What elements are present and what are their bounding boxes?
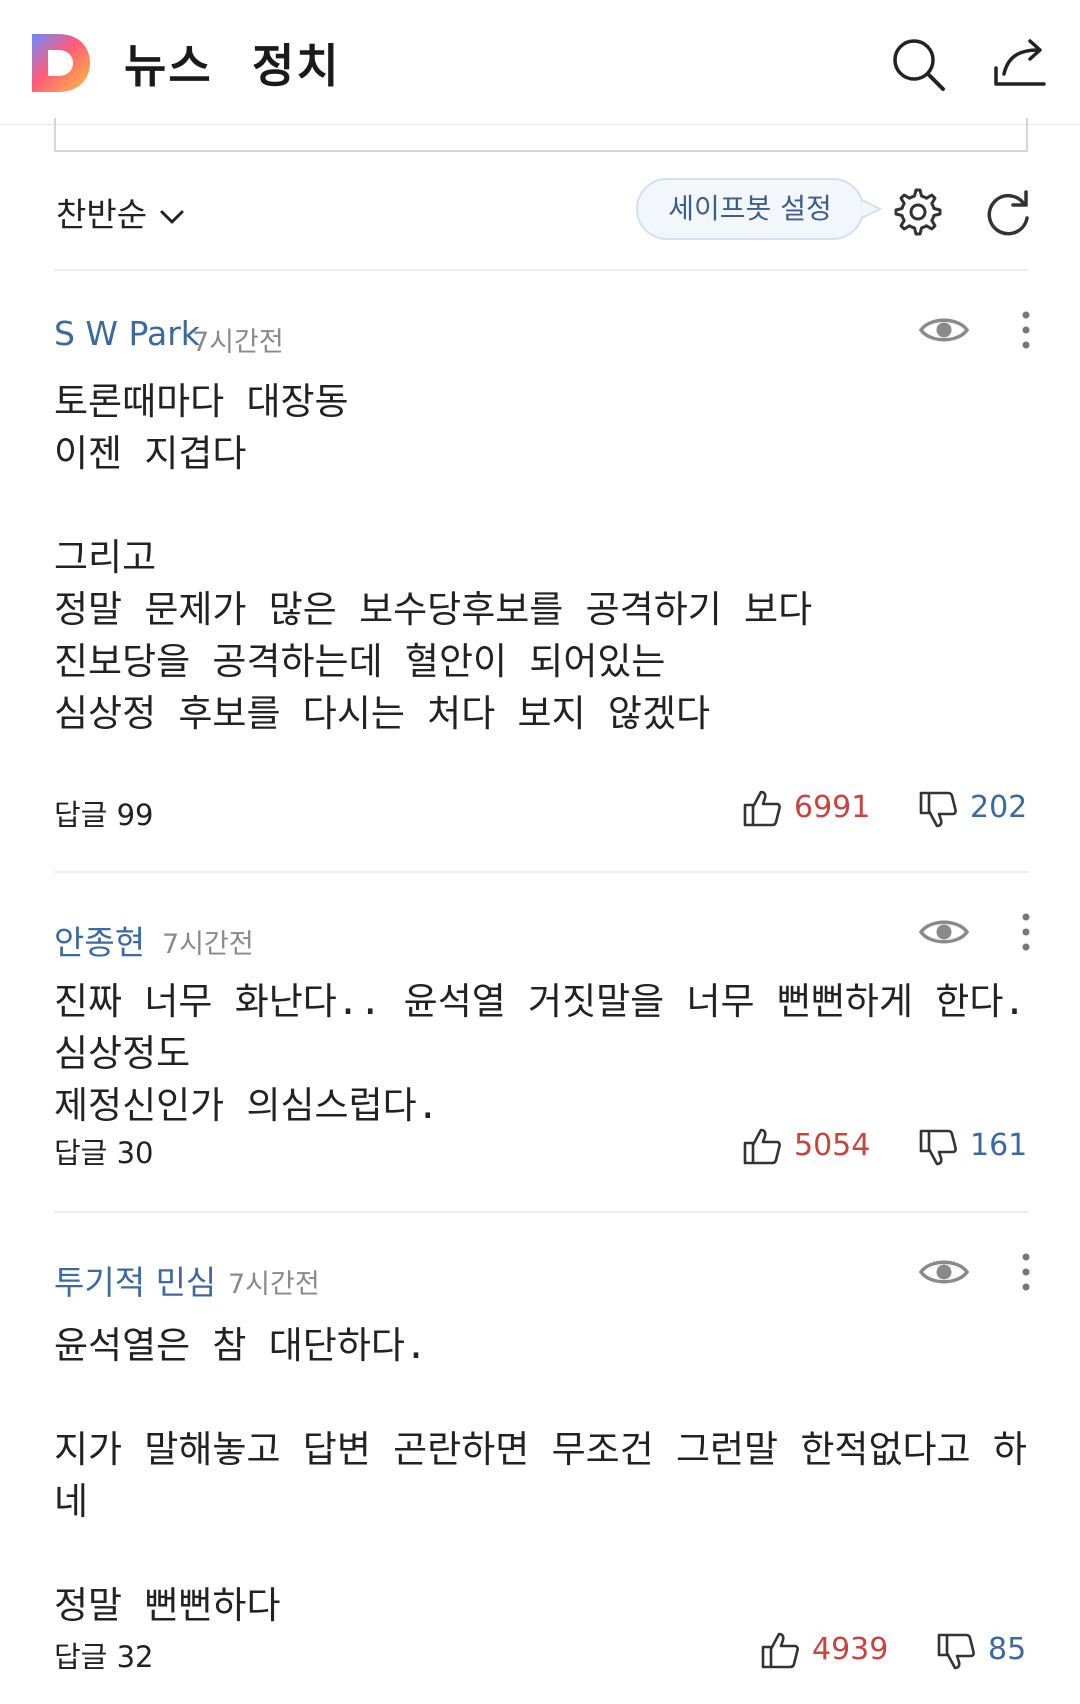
comment-body: 진짜 너무 화난다.. 윤석열 거짓말을 너무 뻔뻔하게 한다. 심상정도 제정… — [54, 980, 1026, 1127]
reply-count-button[interactable]: 답글 32 — [54, 1634, 153, 1676]
thumbs-down-icon[interactable] — [918, 1128, 958, 1168]
thumbs-up-icon[interactable] — [742, 788, 782, 828]
sort-dropdown[interactable]: 찬반순 — [56, 188, 185, 236]
section-title[interactable]: 정치 — [252, 30, 341, 96]
comment-body: 토론때마다 대장동 이젠 지겹다 그리고 정말 문제가 많은 보수당후보를 공격… — [54, 380, 813, 735]
comment-author[interactable]: 안종현 — [54, 916, 145, 964]
eye-icon[interactable] — [918, 310, 970, 350]
divider — [54, 871, 1028, 873]
search-icon[interactable] — [888, 34, 948, 94]
divider — [54, 1211, 1028, 1213]
comment-time: 7시간전 — [192, 327, 284, 358]
divider — [54, 269, 1028, 271]
top-app-bar: 뉴스 정치 — [0, 0, 1080, 125]
more-options-icon[interactable] — [1012, 1250, 1040, 1294]
dislike-count: 202 — [970, 790, 1028, 825]
comment-input-box[interactable] — [54, 118, 1028, 152]
chevron-down-icon — [160, 210, 184, 223]
tooltip-pointer — [861, 199, 882, 219]
more-options-icon[interactable] — [1012, 308, 1040, 352]
like-count: 5054 — [794, 1128, 871, 1163]
comment-time: 7시간전 — [228, 1269, 320, 1300]
dislike-count: 161 — [970, 1128, 1028, 1163]
dislike-count: 85 — [988, 1632, 1027, 1667]
eye-icon[interactable] — [918, 1252, 970, 1292]
safebot-settings-button[interactable]: 세이프봇 설정 — [636, 178, 864, 240]
reply-count-button[interactable]: 답글 99 — [54, 792, 153, 834]
comment-body: 윤석열은 참 대단하다. 지가 말해놓고 답변 곤란하면 무조건 그런말 한적없… — [54, 1324, 1027, 1627]
like-count: 6991 — [794, 790, 871, 825]
more-options-icon[interactable] — [1012, 910, 1040, 954]
share-icon[interactable] — [990, 34, 1050, 94]
refresh-icon[interactable] — [980, 186, 1036, 242]
thumbs-down-icon[interactable] — [936, 1632, 976, 1672]
app-title[interactable]: 뉴스 — [124, 30, 213, 96]
reply-count-button[interactable]: 답글 30 — [54, 1130, 153, 1172]
sort-label: 찬반순 — [56, 195, 148, 234]
gear-icon[interactable] — [888, 184, 944, 240]
thumbs-down-icon[interactable] — [918, 790, 958, 830]
thumbs-up-icon[interactable] — [742, 1126, 782, 1166]
like-count: 4939 — [812, 1632, 889, 1667]
comment-author[interactable]: 투기적 민심 — [54, 1256, 216, 1304]
daum-logo[interactable] — [28, 30, 94, 96]
comment-time: 7시간전 — [162, 929, 254, 960]
comment-author[interactable]: S W Park — [54, 314, 200, 353]
thumbs-up-icon[interactable] — [760, 1630, 800, 1670]
eye-icon[interactable] — [918, 912, 970, 952]
